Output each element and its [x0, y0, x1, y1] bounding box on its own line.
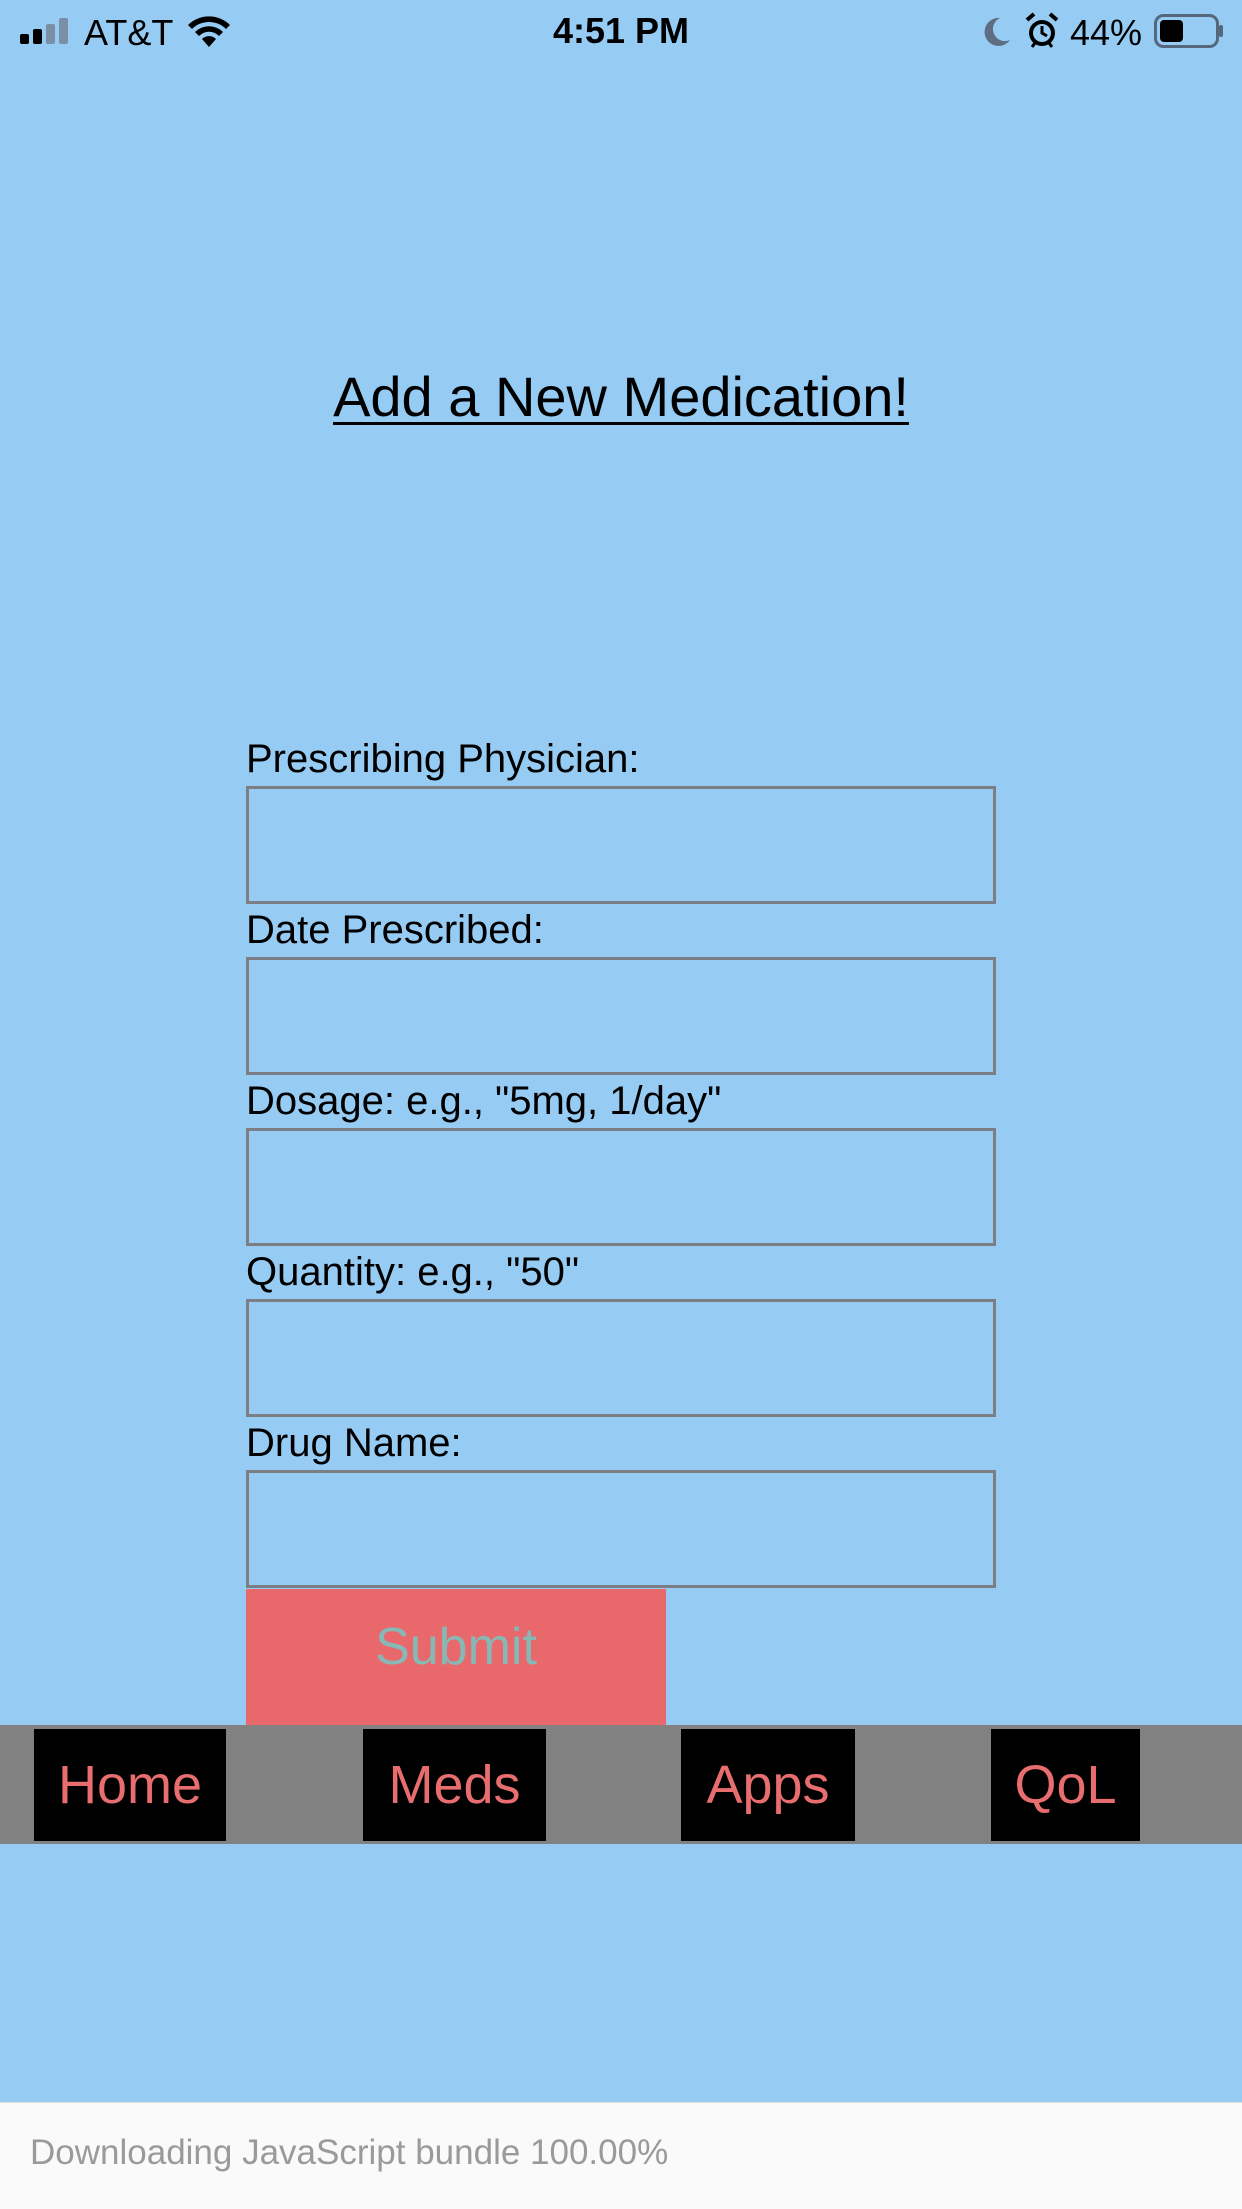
date-prescribed-input[interactable]	[246, 957, 996, 1075]
physician-input[interactable]	[246, 786, 996, 904]
field-group-date: Date Prescribed:	[246, 903, 996, 1075]
page-title: Add a New Medication!	[333, 365, 909, 428]
alarm-icon	[1025, 12, 1059, 48]
field-group-physician: Prescribing Physician:	[246, 732, 996, 904]
quantity-label: Quantity: e.g., "50"	[246, 1250, 580, 1294]
drug-name-label: Drug Name:	[246, 1421, 462, 1465]
dosage-label: Dosage: e.g., "5mg, 1/day"	[246, 1079, 722, 1123]
physician-label: Prescribing Physician:	[246, 737, 640, 781]
bundle-loading-banner: Downloading JavaScript bundle 100.00%	[0, 2102, 1242, 2209]
date-prescribed-label: Date Prescribed:	[246, 908, 544, 952]
bundle-loading-text: Downloading JavaScript bundle 100.00%	[30, 2133, 669, 2172]
moon-icon	[984, 17, 1010, 46]
dosage-input[interactable]	[246, 1128, 996, 1246]
drug-name-input[interactable]	[246, 1470, 996, 1588]
medication-form: Prescribing Physician: Date Prescribed: …	[246, 732, 996, 1588]
quantity-input[interactable]	[246, 1299, 996, 1417]
nav-qol-button[interactable]: QoL	[991, 1729, 1140, 1841]
nav-meds-button[interactable]: Meds	[363, 1729, 546, 1841]
field-group-quantity: Quantity: e.g., "50"	[246, 1245, 996, 1417]
battery-icon	[1154, 14, 1223, 48]
submit-button[interactable]: Submit	[246, 1589, 666, 1725]
field-group-dosage: Dosage: e.g., "5mg, 1/day"	[246, 1074, 996, 1246]
bottom-nav: Home Meds Apps QoL	[0, 1725, 1242, 1844]
nav-apps-button[interactable]: Apps	[681, 1729, 855, 1841]
status-bar: AT&T 4:51 PM 44%	[0, 0, 1242, 62]
battery-percent: 44%	[1070, 12, 1143, 53]
nav-home-button[interactable]: Home	[34, 1729, 226, 1841]
field-group-drug-name: Drug Name:	[246, 1416, 996, 1588]
